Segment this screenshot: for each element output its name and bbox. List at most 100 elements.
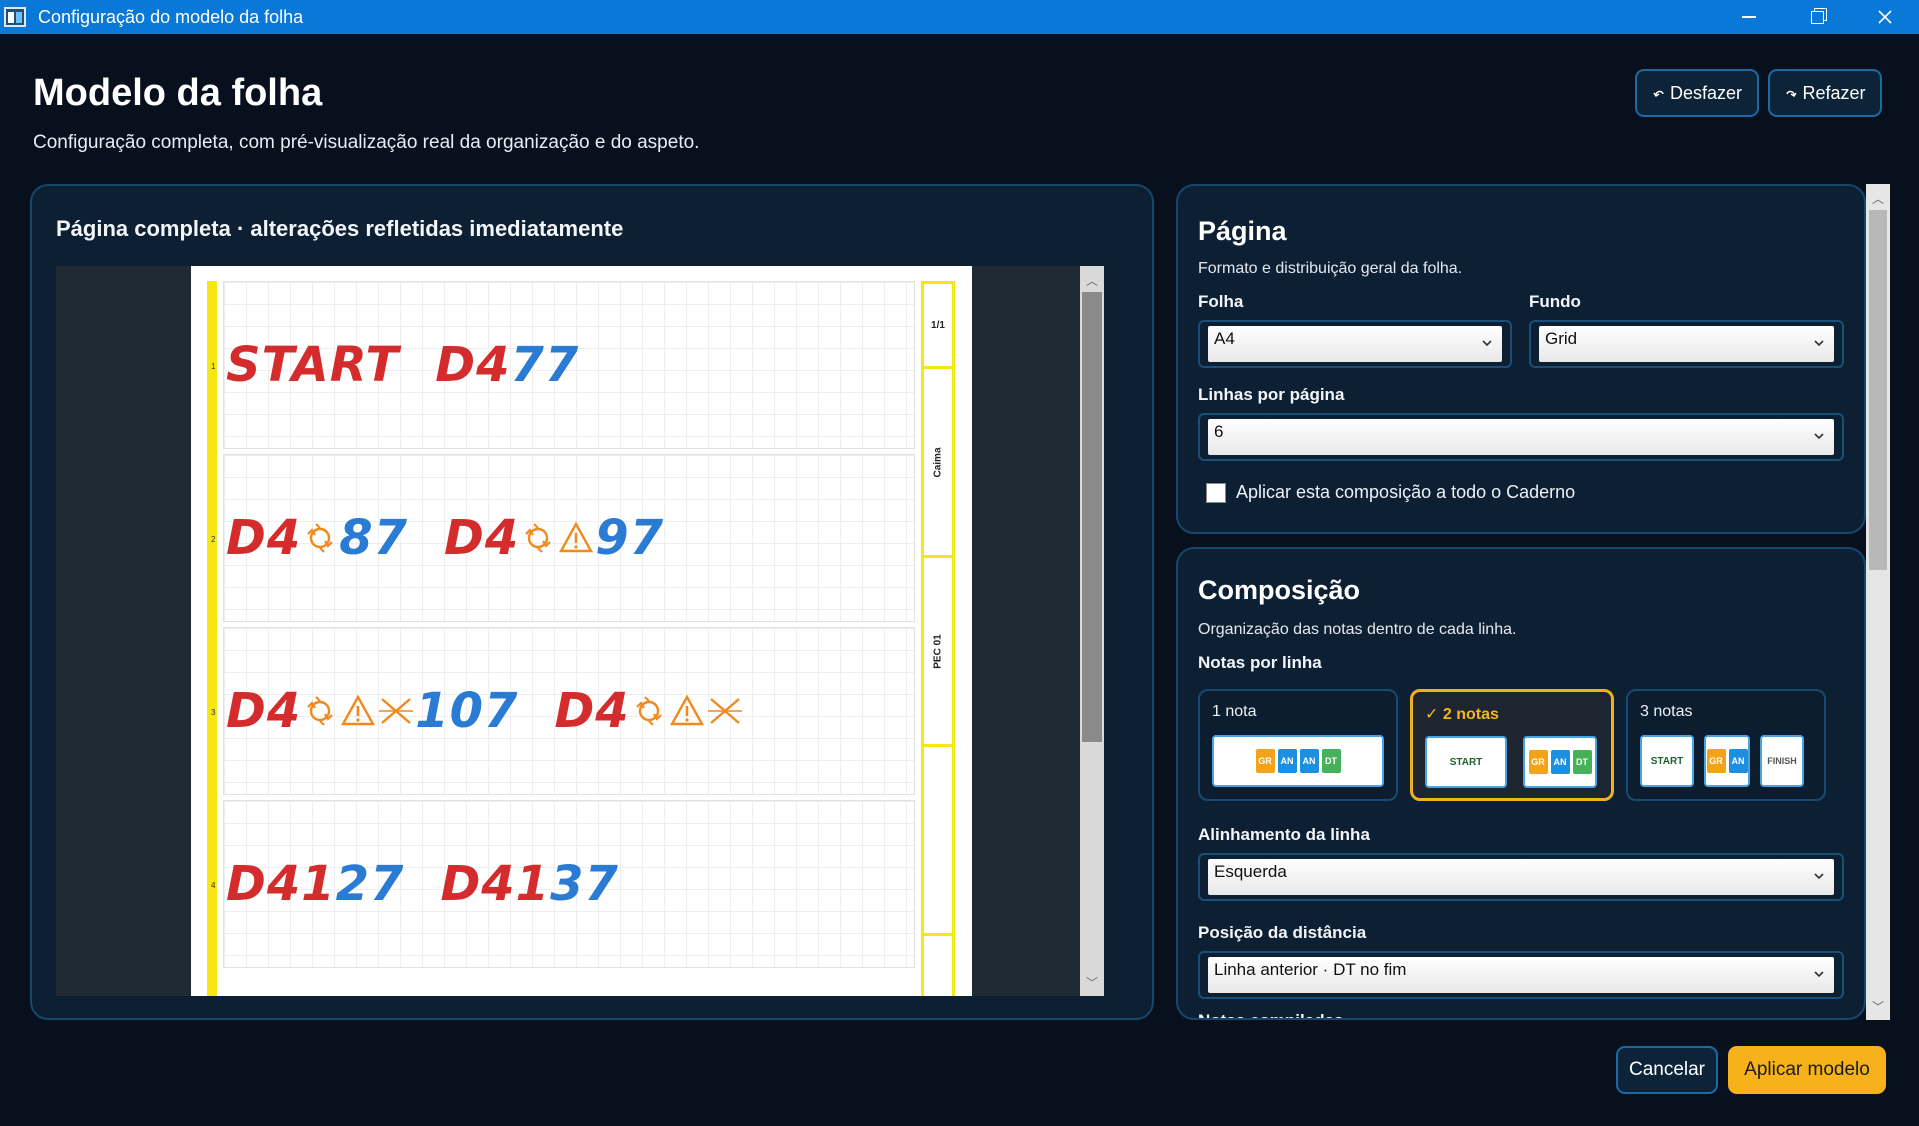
undo-button[interactable]: Desfazer (1635, 69, 1759, 117)
scroll-down-icon[interactable]: ﹀ (1866, 996, 1890, 1016)
close-icon (1878, 10, 1892, 24)
chip-an: AN (1277, 749, 1297, 773)
note-text: 37 (550, 856, 619, 912)
page-title: Modelo da folha (33, 72, 323, 114)
side-page-cell: 1/1 (924, 284, 952, 369)
note-text: D41 (440, 856, 551, 912)
fundo-value: Grid (1545, 329, 1578, 348)
pec-label: PEC 01 (932, 633, 944, 669)
scroll-up-icon[interactable]: ︿ (1080, 270, 1104, 290)
note-text: D4 (226, 683, 302, 739)
side-column: 1/1 Caima PEC 01 (921, 281, 955, 996)
apply-all-label: Aplicar esta composição a todo o Caderno (1236, 482, 1576, 502)
notas-label: Notas por linha (1198, 653, 1322, 672)
maximize-button[interactable] (1783, 0, 1851, 34)
chip-dt: DT (1572, 750, 1592, 774)
chip-dt: DT (1321, 749, 1341, 773)
row-notes: START D4 77 (226, 337, 579, 393)
side-pec-cell: PEC 01 (924, 558, 952, 747)
apply-button[interactable]: Aplicar modelo (1728, 1046, 1886, 1094)
option-2-notas[interactable]: ✓ 2 notas START GR AN DT (1410, 689, 1614, 801)
rotate-icon (635, 696, 662, 726)
chip-an: AN (1299, 749, 1319, 773)
chip-gr: GR (1255, 749, 1275, 773)
note-text: D41 (226, 856, 336, 912)
preview-title: Página completa · alterações refletidas … (56, 216, 624, 241)
chevron-down-icon (1814, 971, 1824, 978)
pagina-desc: Formato e distribuição geral da folha. (1198, 260, 1463, 277)
chip-gr: GR (1528, 750, 1548, 774)
chip-finish: FINISH (1767, 756, 1797, 766)
close-button[interactable] (1851, 0, 1919, 34)
fundo-select[interactable]: Grid (1529, 320, 1844, 368)
cancel-button[interactable]: Cancelar (1616, 1046, 1718, 1094)
note-text: 107 (415, 683, 519, 739)
option-3-notas[interactable]: 3 notas START GR AN FINISH (1626, 689, 1826, 801)
note-text: D4 (435, 337, 511, 393)
option-2-preview-a: START (1425, 736, 1507, 788)
redo-icon (1786, 90, 1798, 98)
folha-select[interactable]: A4 (1198, 320, 1512, 368)
minimize-button[interactable] (1715, 0, 1783, 34)
apply-all-checkbox[interactable] (1206, 482, 1226, 503)
chevron-down-icon (1814, 340, 1824, 347)
scroll-up-icon[interactable]: ︿ (1866, 188, 1890, 208)
alinhamento-value: Esquerda (1214, 862, 1287, 881)
fundo-label: Fundo (1529, 292, 1581, 311)
note-text: 27 (335, 856, 405, 912)
alinhamento-label: Alinhamento da linha (1198, 825, 1370, 844)
cross-icon (379, 698, 414, 724)
caima-label: Caima (932, 446, 944, 478)
scroll-down-icon[interactable]: ﹀ (1080, 972, 1104, 992)
redo-button[interactable]: Refazer (1768, 69, 1882, 117)
option-label: 3 notas (1640, 703, 1693, 720)
preview-area[interactable]: 1 START D4 77 2 D4 87 D4 97 3 D4 107 D4 4 D41 27 D41 37 1… (56, 266, 1104, 996)
chip-start: START (1650, 755, 1684, 767)
composicao-panel: Composição Organização das notas dentro … (1176, 547, 1866, 1020)
linhas-select[interactable]: 6 (1198, 413, 1844, 461)
preview-scroll-thumb[interactable] (1082, 292, 1102, 742)
settings-scrollbar[interactable]: ︿ ﹀ (1866, 184, 1890, 1020)
notas-compiladas-label: Notas compiladas (1198, 1011, 1344, 1018)
option-1-nota[interactable]: 1 nota GR AN AN DT (1198, 689, 1398, 801)
composicao-desc: Organização das notas dentro de cada lin… (1198, 621, 1517, 638)
alinhamento-select[interactable]: Esquerda (1198, 853, 1844, 901)
page-counter: 1/1 (931, 319, 945, 331)
chip-an: AN (1550, 750, 1570, 774)
rotate-icon (525, 523, 552, 553)
sheet-rows: 1 START D4 77 2 D4 87 D4 97 3 D4 107 D4 4 D41 27 D41 37 (211, 281, 915, 973)
row-number: 4 (211, 881, 216, 890)
option-1-preview: GR AN AN DT (1212, 735, 1384, 787)
row-number: 3 (211, 708, 216, 717)
row-notes: D4 107 D4 (226, 683, 744, 739)
app-icon (4, 7, 26, 27)
pagina-title: Página (1198, 216, 1287, 246)
folha-value: A4 (1214, 329, 1235, 348)
option-3-preview-b: GR AN (1704, 735, 1750, 787)
sheet-row: 1 START D4 77 (211, 281, 915, 449)
sheet-row: 4 D41 27 D41 37 (211, 800, 915, 968)
page-subtitle: Configuração completa, com pré-visualiza… (33, 132, 700, 153)
distancia-label: Posição da distância (1198, 923, 1367, 942)
folha-label: Folha (1198, 292, 1244, 311)
sheet-page: 1 START D4 77 2 D4 87 D4 97 3 D4 107 D4 4 D41 27 D41 37 1… (191, 266, 972, 996)
option-3-preview-a: START (1640, 735, 1694, 787)
settings-scroll-thumb[interactable] (1869, 210, 1887, 570)
apply-all-option[interactable]: Aplicar esta composição a todo o Caderno (1206, 482, 1575, 503)
distancia-value: Linha anterior · DT no fim (1214, 960, 1407, 979)
note-text: D4 (226, 510, 302, 566)
title-bar: Configuração do modelo da folha (0, 0, 1919, 34)
window-title: Configuração do modelo da folha (38, 6, 304, 27)
row-notes: D41 27 D41 37 (226, 856, 619, 912)
note-text: 87 (339, 510, 409, 566)
note-text: 97 (595, 510, 665, 566)
rotate-icon (307, 523, 334, 553)
preview-panel: Página completa · alterações refletidas … (30, 184, 1154, 1020)
option-2-preview-b: GR AN DT (1523, 736, 1597, 788)
option-label: 1 nota (1212, 703, 1257, 720)
distancia-select[interactable]: Linha anterior · DT no fim (1198, 951, 1844, 999)
rotate-icon (307, 696, 334, 726)
preview-scrollbar[interactable]: ︿ ﹀ (1080, 266, 1104, 996)
note-text: START (226, 337, 400, 393)
note-text: D4 (444, 510, 520, 566)
